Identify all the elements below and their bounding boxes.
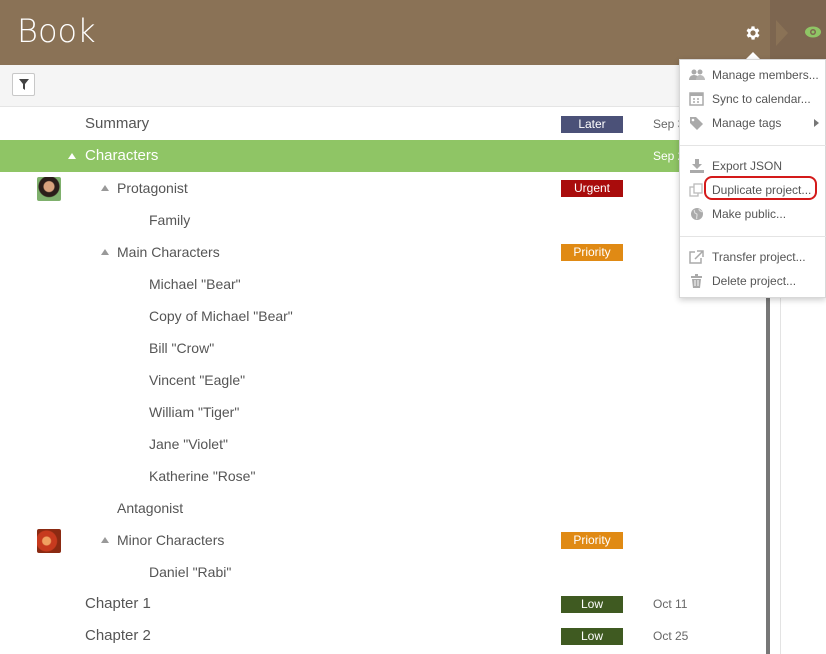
globe-icon bbox=[691, 208, 703, 220]
expand-triangle-icon[interactable] bbox=[101, 249, 109, 255]
menu-item-export-json[interactable]: Export JSON bbox=[680, 155, 826, 177]
outline-row[interactable]: Jane "Violet" bbox=[0, 428, 766, 460]
download-icon bbox=[690, 159, 704, 173]
row-label: Vincent "Eagle" bbox=[149, 372, 246, 388]
row-label: Main Characters bbox=[117, 244, 220, 260]
project-title: Book bbox=[17, 12, 96, 50]
outline-row[interactable]: Daniel "Rabi" bbox=[0, 556, 766, 588]
menu-item-label: Make public... bbox=[712, 207, 787, 221]
eye-icon[interactable] bbox=[804, 25, 822, 39]
outline-row-chapter-1[interactable]: Chapter 1 Low Oct 11 bbox=[0, 588, 766, 620]
tag-badge: Priority bbox=[561, 244, 623, 261]
row-label: Antagonist bbox=[117, 500, 184, 516]
gear-icon[interactable] bbox=[744, 24, 762, 42]
tag-badge: Later bbox=[561, 116, 623, 133]
menu-item-label: Manage tags bbox=[712, 116, 782, 130]
chevron-right-icon[interactable] bbox=[776, 20, 788, 46]
filter-icon bbox=[19, 79, 29, 90]
menu-item-label: Manage members... bbox=[712, 68, 819, 82]
row-label: Daniel "Rabi" bbox=[149, 564, 232, 580]
highlight-annotation bbox=[704, 176, 817, 200]
copy-icon bbox=[689, 183, 703, 197]
toolbar bbox=[0, 65, 766, 107]
row-label: Michael "Bear" bbox=[149, 276, 241, 292]
outline-row-family[interactable]: Family bbox=[0, 204, 766, 236]
outline-row-minor-characters[interactable]: Minor Characters Priority bbox=[0, 524, 766, 556]
expand-triangle-icon[interactable] bbox=[101, 185, 109, 191]
menu-item-make-public[interactable]: Make public... bbox=[680, 203, 826, 225]
menu-item-label: Export JSON bbox=[712, 159, 783, 173]
row-label: Family bbox=[149, 212, 191, 228]
outline-row-protagonist[interactable]: Protagonist Urgent bbox=[0, 172, 766, 204]
avatar bbox=[37, 177, 61, 201]
outline-row[interactable]: Bill "Crow" bbox=[0, 332, 766, 364]
menu-item-manage-members[interactable]: Manage members... bbox=[680, 64, 826, 86]
outline-row-characters[interactable]: Characters Sep 2 bbox=[0, 140, 766, 172]
tag-badge: Priority bbox=[561, 532, 623, 549]
row-label: Chapter 2 bbox=[85, 627, 151, 644]
tag-badge: Low bbox=[561, 596, 623, 613]
row-date: Oct 25 bbox=[653, 629, 689, 643]
menu-item-sync-calendar[interactable]: Sync to calendar... bbox=[680, 88, 826, 110]
calendar-icon bbox=[689, 92, 704, 106]
expand-triangle-icon[interactable] bbox=[101, 537, 109, 543]
row-label: Chapter 1 bbox=[85, 595, 151, 612]
outline-row-main-characters[interactable]: Main Characters Priority bbox=[0, 236, 766, 268]
tag-badge: Low bbox=[561, 628, 623, 645]
outline-row[interactable]: Vincent "Eagle" bbox=[0, 364, 766, 396]
row-label: Minor Characters bbox=[117, 532, 225, 548]
submenu-arrow-icon bbox=[814, 119, 819, 127]
outline-row[interactable]: Michael "Bear" bbox=[0, 268, 766, 300]
row-label: Copy of Michael "Bear" bbox=[149, 308, 293, 324]
outline-row-antagonist[interactable]: Antagonist bbox=[0, 492, 766, 524]
project-settings-menu: Manage members... Sync to calendar... Ma… bbox=[679, 59, 826, 298]
expand-triangle-icon[interactable] bbox=[68, 153, 76, 159]
row-label: William "Tiger" bbox=[149, 404, 240, 420]
row-label: Katherine "Rose" bbox=[149, 468, 256, 484]
tags-icon bbox=[690, 117, 703, 130]
menu-item-manage-tags[interactable]: Manage tags bbox=[680, 112, 826, 134]
outline-row-chapter-2[interactable]: Chapter 2 Low Oct 25 bbox=[0, 620, 766, 652]
menu-item-delete-project[interactable]: Delete project... bbox=[680, 270, 826, 292]
row-label: Jane "Violet" bbox=[149, 436, 228, 452]
menu-item-label: Sync to calendar... bbox=[712, 92, 811, 106]
avatar bbox=[37, 529, 61, 553]
outline-row[interactable]: Katherine "Rose" bbox=[0, 460, 766, 492]
tag-badge: Urgent bbox=[561, 180, 623, 197]
row-label: Characters bbox=[85, 147, 159, 164]
row-date: Oct 11 bbox=[653, 597, 688, 611]
users-icon bbox=[689, 69, 705, 80]
menu-item-duplicate-project[interactable]: Duplicate project... bbox=[680, 176, 826, 201]
trash-icon bbox=[691, 274, 702, 288]
menu-item-label: Transfer project... bbox=[712, 250, 806, 264]
menu-divider bbox=[680, 236, 826, 237]
row-label: Bill "Crow" bbox=[149, 340, 215, 356]
project-header: Book bbox=[0, 0, 770, 65]
row-label: Protagonist bbox=[117, 180, 188, 196]
row-label: Summary bbox=[85, 115, 150, 132]
outline-row[interactable]: Copy of Michael "Bear" bbox=[0, 300, 766, 332]
menu-divider bbox=[680, 145, 826, 146]
menu-item-transfer-project[interactable]: Transfer project... bbox=[680, 246, 826, 268]
external-link-icon bbox=[689, 250, 704, 264]
menu-item-label: Delete project... bbox=[712, 274, 797, 288]
filter-button[interactable] bbox=[12, 73, 35, 96]
outline-row-summary[interactable]: Summary Later Sep 3 bbox=[0, 108, 766, 140]
outline-row[interactable]: William "Tiger" bbox=[0, 396, 766, 428]
